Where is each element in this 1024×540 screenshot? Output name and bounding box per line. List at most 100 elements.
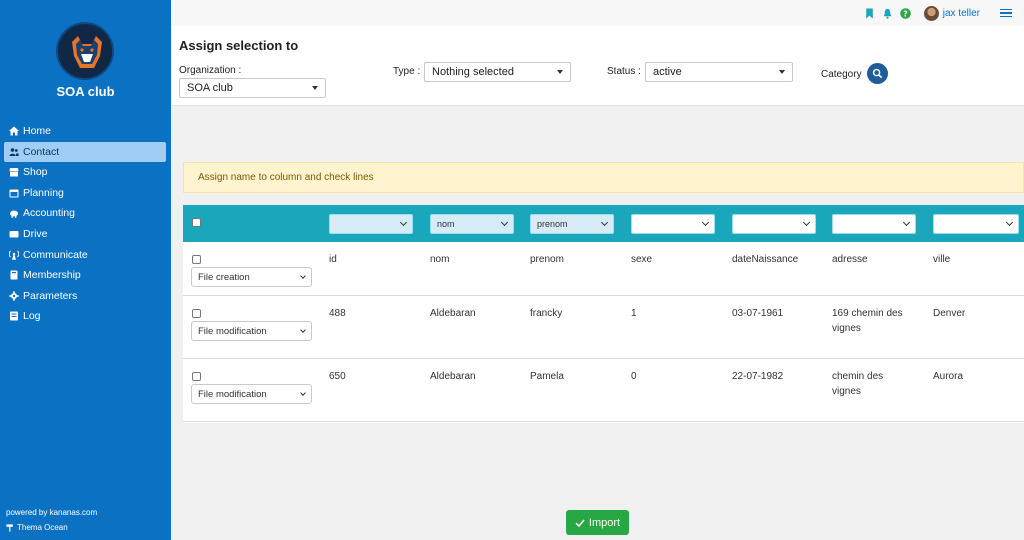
row-checkbox[interactable] xyxy=(192,309,201,318)
sidebar-item-communicate[interactable]: Communicate xyxy=(4,245,166,265)
theme-selector[interactable]: Thema Ocean xyxy=(6,523,68,532)
table-cell: 0 xyxy=(631,371,637,382)
sidebar-item-log[interactable]: Log xyxy=(4,306,166,326)
chevron-down-icon xyxy=(300,273,306,279)
drive-icon xyxy=(8,228,20,240)
sidebar-item-label: Shop xyxy=(23,166,48,179)
top-bar: ? jax teller xyxy=(171,0,1024,26)
row-checkbox[interactable] xyxy=(192,255,201,264)
table-cell: prenom xyxy=(530,254,564,265)
user-name: jax teller xyxy=(942,7,980,19)
category-label: Category xyxy=(821,69,862,80)
chevron-down-icon xyxy=(300,327,306,333)
paint-roller-icon xyxy=(6,523,13,532)
column-select-value: prenom xyxy=(537,219,568,229)
table-cell: 488 xyxy=(329,308,346,319)
table-cell: chemin des vignes xyxy=(832,371,884,397)
column-select-3[interactable]: prenom xyxy=(530,214,614,234)
hamburger-menu-icon[interactable] xyxy=(1000,7,1012,20)
users-icon xyxy=(8,146,20,158)
id-card-icon xyxy=(8,269,20,281)
organization-value: SOA club xyxy=(187,82,233,94)
brand-name: SOA club xyxy=(56,84,115,99)
sidebar-item-label: Communicate xyxy=(23,248,88,261)
calendar-icon xyxy=(8,187,20,199)
import-label: Import xyxy=(588,516,621,529)
check-icon xyxy=(575,518,585,527)
row-action-value: File creation xyxy=(198,271,250,283)
organization-label: Organization : xyxy=(179,65,242,76)
table-cell: sexe xyxy=(631,254,653,265)
search-icon xyxy=(872,68,883,79)
table-cell: Aurora xyxy=(933,371,964,382)
chevron-down-icon xyxy=(399,218,408,227)
help-icon[interactable]: ? xyxy=(900,7,912,19)
row-action-select[interactable]: File creation xyxy=(191,267,312,287)
club-logo xyxy=(56,22,114,80)
table-cell: 22-07-1982 xyxy=(732,371,784,382)
import-table: nom prenom File creation id nom prenom s… xyxy=(183,205,1024,423)
table-cell: Pamela xyxy=(530,371,564,382)
sidebar-item-label: Planning xyxy=(23,186,64,199)
sidebar-item-contact[interactable]: Contact xyxy=(4,141,166,162)
table-cell: 1 xyxy=(631,308,637,319)
sidebar-item-drive[interactable]: Drive xyxy=(4,224,166,244)
svg-text:?: ? xyxy=(904,9,908,18)
row-action-select[interactable]: File modification xyxy=(191,384,312,404)
chevron-down-icon xyxy=(600,218,609,227)
piggy-bank-icon xyxy=(8,207,20,219)
organization-select[interactable]: SOA club xyxy=(179,78,326,98)
chevron-down-icon xyxy=(701,218,710,227)
sidebar-item-parameters[interactable]: Parameters xyxy=(4,286,166,306)
table-header: nom prenom xyxy=(183,205,1024,242)
broadcast-icon xyxy=(8,249,20,261)
bell-icon[interactable] xyxy=(882,7,894,19)
log-icon xyxy=(8,310,20,322)
category-search-button[interactable] xyxy=(867,63,888,84)
column-select-5[interactable] xyxy=(732,214,816,234)
column-select-4[interactable] xyxy=(631,214,715,234)
status-value: active xyxy=(653,66,682,78)
user-menu[interactable]: jax teller xyxy=(923,5,980,21)
import-button[interactable]: Import xyxy=(566,510,629,535)
row-action-value: File modification xyxy=(198,325,267,337)
sidebar-item-accounting[interactable]: Accounting xyxy=(4,203,166,223)
table-row: File modification 650 Aldebaran Pamela 0… xyxy=(183,359,1024,422)
powered-by-link[interactable]: powered by kananas.com xyxy=(6,508,97,517)
sidebar-item-membership[interactable]: Membership xyxy=(4,265,166,285)
home-icon xyxy=(8,125,20,137)
page-title: Assign selection to xyxy=(179,38,299,53)
caret-down-icon xyxy=(557,70,563,74)
select-all-checkbox[interactable] xyxy=(192,218,201,227)
sidebar: SOA club Home Contact Shop Planning Acco… xyxy=(0,0,171,540)
column-select-7[interactable] xyxy=(933,214,1019,234)
sidebar-item-planning[interactable]: Planning xyxy=(4,183,166,203)
sidebar-item-label: Accounting xyxy=(23,207,75,220)
table-cell: dateNaissance xyxy=(732,254,799,265)
sidebar-item-shop[interactable]: Shop xyxy=(4,162,166,182)
column-select-2[interactable]: nom xyxy=(430,214,514,234)
status-select[interactable]: active xyxy=(645,62,793,82)
type-label: Type : xyxy=(393,66,421,77)
avatar xyxy=(923,5,939,21)
row-checkbox[interactable] xyxy=(192,372,201,381)
row-action-select[interactable]: File modification xyxy=(191,321,312,341)
column-select-1[interactable] xyxy=(329,214,413,234)
sidebar-item-label: Membership xyxy=(23,269,81,282)
table-cell: Aldebaran xyxy=(430,308,476,319)
shop-icon xyxy=(8,166,20,178)
bookmark-icon[interactable] xyxy=(864,7,876,19)
sidebar-item-home[interactable]: Home xyxy=(4,121,166,141)
table-cell: Denver xyxy=(933,308,966,319)
chevron-down-icon xyxy=(300,390,306,396)
sidebar-nav: Home Contact Shop Planning Accounting Dr… xyxy=(4,121,166,327)
theme-label: Thema Ocean xyxy=(17,523,68,532)
type-select[interactable]: Nothing selected xyxy=(424,62,571,82)
chevron-down-icon xyxy=(802,218,811,227)
gear-icon xyxy=(8,290,20,302)
sidebar-item-label: Log xyxy=(23,310,41,323)
column-select-6[interactable] xyxy=(832,214,916,234)
chevron-down-icon xyxy=(500,218,509,227)
table-cell: 169 chemin des vignes xyxy=(832,308,903,334)
status-label: Status : xyxy=(607,66,641,77)
